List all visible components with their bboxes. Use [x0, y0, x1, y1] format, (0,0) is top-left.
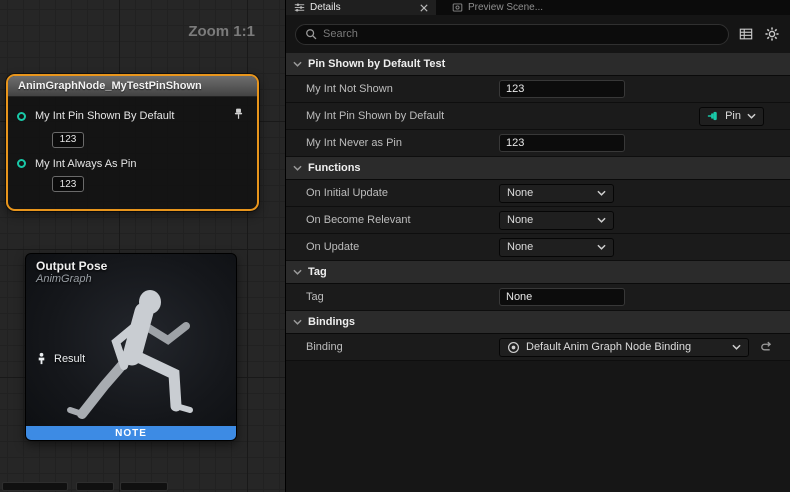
chevron-down-icon [732, 344, 741, 350]
property-row: My Int Pin Shown by Default Pin [286, 103, 790, 130]
property-row: On Update None [286, 234, 790, 261]
property-label: My Int Never as Pin [286, 137, 491, 149]
search-box[interactable] [295, 24, 729, 45]
dropdown-value: None [507, 241, 591, 253]
search-input[interactable] [323, 28, 719, 40]
section-title: Tag [308, 266, 327, 278]
chevron-down-icon [597, 244, 606, 250]
node-title: AnimGraphNode_MyTestPinShown [18, 80, 202, 92]
pin-row: My Int Always As Pin [8, 156, 257, 172]
int-pin-icon[interactable] [16, 111, 27, 122]
property-row: My Int Never as Pin [286, 130, 790, 157]
property-row: On Initial Update None [286, 180, 790, 207]
display-filter-icon[interactable] [737, 25, 755, 43]
property-label: Binding [286, 341, 491, 353]
reset-to-default-icon[interactable] [759, 341, 772, 354]
pin-toggle-icon[interactable] [232, 107, 245, 125]
tab-preview-scene[interactable]: Preview Scene... [444, 0, 551, 15]
panel-tab-bar: Details Preview Scene... [286, 0, 790, 15]
chevron-down-icon [293, 61, 302, 67]
details-panel: Details Preview Scene... Pin Shown by De… [285, 0, 790, 492]
section-title: Functions [308, 162, 361, 174]
int-pin-icon[interactable] [16, 158, 27, 169]
pin-row: My Int Pin Shown By Default [8, 105, 257, 127]
property-row: On Become Relevant None [286, 207, 790, 234]
close-icon[interactable] [420, 4, 428, 12]
result-pin-label: Result [54, 353, 85, 365]
settings-gear-icon[interactable] [763, 25, 781, 43]
chevron-down-icon [597, 190, 606, 196]
binding-combo[interactable]: Default Anim Graph Node Binding [499, 338, 749, 357]
property-label: Tag [286, 291, 491, 303]
tag-input[interactable] [499, 288, 625, 306]
result-pin-row: Result [35, 352, 85, 365]
section-functions[interactable]: Functions [286, 157, 790, 180]
search-row [286, 15, 790, 53]
bottom-ui-fragment [120, 482, 168, 491]
property-row: Binding Default Anim Graph Node Binding [286, 334, 790, 361]
tab-details[interactable]: Details [286, 0, 436, 15]
details-empty-area [286, 361, 790, 492]
tab-preview-scene-label: Preview Scene... [468, 2, 543, 13]
dropdown-value: None [507, 214, 591, 226]
anim-graph-canvas[interactable]: Zoom 1:1 AnimGraphNode_MyTestPinShown My… [0, 0, 285, 492]
binding-icon [507, 341, 520, 354]
details-tab-icon [294, 2, 305, 13]
output-pose-node[interactable]: Output Pose AnimGraph Result NOTE [25, 253, 237, 441]
pin-label: My Int Always As Pin [35, 158, 136, 170]
section-title: Bindings [308, 316, 355, 328]
pin-label: My Int Pin Shown By Default [35, 110, 174, 122]
property-row: My Int Not Shown [286, 76, 790, 103]
my-int-never-as-pin-input[interactable] [499, 134, 625, 152]
on-initial-update-dropdown[interactable]: None [499, 184, 614, 203]
section-tag[interactable]: Tag [286, 261, 790, 284]
search-icon [305, 28, 317, 40]
section-pin-shown-by-default-test[interactable]: Pin Shown by Default Test [286, 53, 790, 76]
node-title-bar[interactable]: AnimGraphNode_MyTestPinShown [8, 76, 257, 97]
anim-graph-node-selected[interactable]: AnimGraphNode_MyTestPinShown My Int Pin … [6, 74, 259, 211]
chevron-down-icon [293, 319, 302, 325]
bottom-ui-fragment [2, 482, 68, 491]
node-body: My Int Pin Shown By Default My Int Alway… [8, 97, 257, 200]
int-pin-value-input[interactable] [52, 132, 84, 148]
chevron-down-icon [747, 113, 756, 119]
section-bindings[interactable]: Bindings [286, 311, 790, 334]
output-pose-title-bar[interactable]: Output Pose AnimGraph [26, 254, 236, 287]
property-label: On Initial Update [286, 187, 491, 199]
property-label: On Update [286, 241, 491, 253]
pin-value-row [8, 172, 257, 201]
pin-combo-value: Pin [725, 110, 741, 122]
pin-value-row [8, 127, 257, 156]
chevron-down-icon [597, 217, 606, 223]
binding-value: Default Anim Graph Node Binding [526, 341, 726, 353]
chevron-down-icon [293, 269, 302, 275]
output-pose-title: Output Pose [36, 259, 226, 273]
output-pose-subtitle: AnimGraph [36, 273, 226, 285]
pin-visibility-combo[interactable]: Pin [699, 107, 764, 126]
dropdown-value: None [507, 187, 591, 199]
property-label: On Become Relevant [286, 214, 491, 226]
on-update-dropdown[interactable]: None [499, 238, 614, 257]
property-label: My Int Not Shown [286, 83, 491, 95]
zoom-level-label: Zoom 1:1 [188, 23, 255, 40]
note-badge[interactable]: NOTE [26, 426, 236, 440]
pose-pin-icon[interactable] [35, 352, 48, 365]
chevron-down-icon [293, 165, 302, 171]
int-pin-value-input[interactable] [52, 176, 84, 192]
my-int-not-shown-input[interactable] [499, 80, 625, 98]
property-label: My Int Pin Shown by Default [286, 110, 491, 122]
pin-icon [707, 110, 719, 122]
preview-scene-tab-icon [452, 2, 463, 13]
property-row: Tag [286, 284, 790, 311]
section-title: Pin Shown by Default Test [308, 58, 445, 70]
tab-details-label: Details [310, 2, 415, 13]
on-become-relevant-dropdown[interactable]: None [499, 211, 614, 230]
bottom-ui-fragment [76, 482, 114, 491]
